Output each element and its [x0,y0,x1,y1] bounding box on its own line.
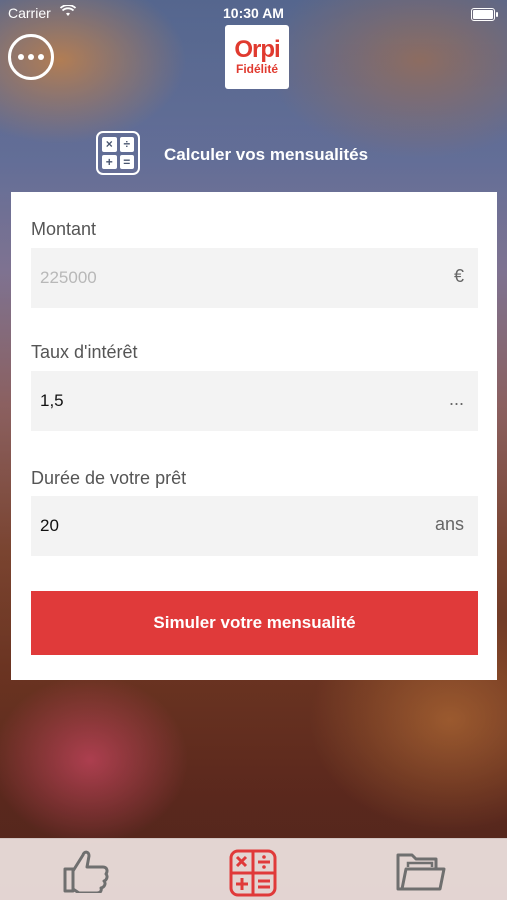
more-dot-icon [38,54,44,60]
status-time: 10:30 AM [223,5,284,21]
loan-calculator-card: Montant 225000 € Taux d'intérêt 1,5 ... … [11,192,497,680]
years-suffix: ans [434,514,464,534]
rate-field[interactable]: 1,5 ... [31,371,478,431]
page-title: Calculer vos mensualités [164,145,369,164]
battery-icon [471,8,498,21]
rate-label: Taux d'intérêt [31,342,138,362]
duration-value: 20 [40,516,59,535]
duration-field[interactable]: 20 ans [31,496,478,556]
rate-value: 1,5 [40,391,64,410]
logo-tagline: Fidélité [235,62,278,76]
rate-suffix: ... [448,389,464,409]
duration-label: Durée de votre prêt [31,468,187,488]
calculator-icon: × ÷ + = [96,131,140,175]
thumbs-up-icon [63,850,109,893]
tab-bar [0,838,507,900]
more-dot-icon [18,54,24,60]
amount-placeholder: 225000 [40,268,97,287]
tab-favorites[interactable] [55,847,115,900]
amount-label: Montant [31,219,97,239]
euro-suffix: € [453,266,464,286]
more-dot-icon [28,54,34,60]
more-options-button[interactable] [8,34,54,80]
simulate-button[interactable]: Simuler votre mensualité [31,591,478,655]
folder-icon [396,853,446,891]
tab-documents[interactable] [390,847,450,900]
tab-calculator[interactable] [223,847,283,900]
amount-field[interactable]: 225000 € [31,248,478,308]
orpi-logo: Orpi Fidélité [225,25,289,89]
calculator-icon [229,849,277,897]
logo-brand: Orpi [234,36,280,63]
status-bar: Carrier 10:30 AM [0,0,507,26]
